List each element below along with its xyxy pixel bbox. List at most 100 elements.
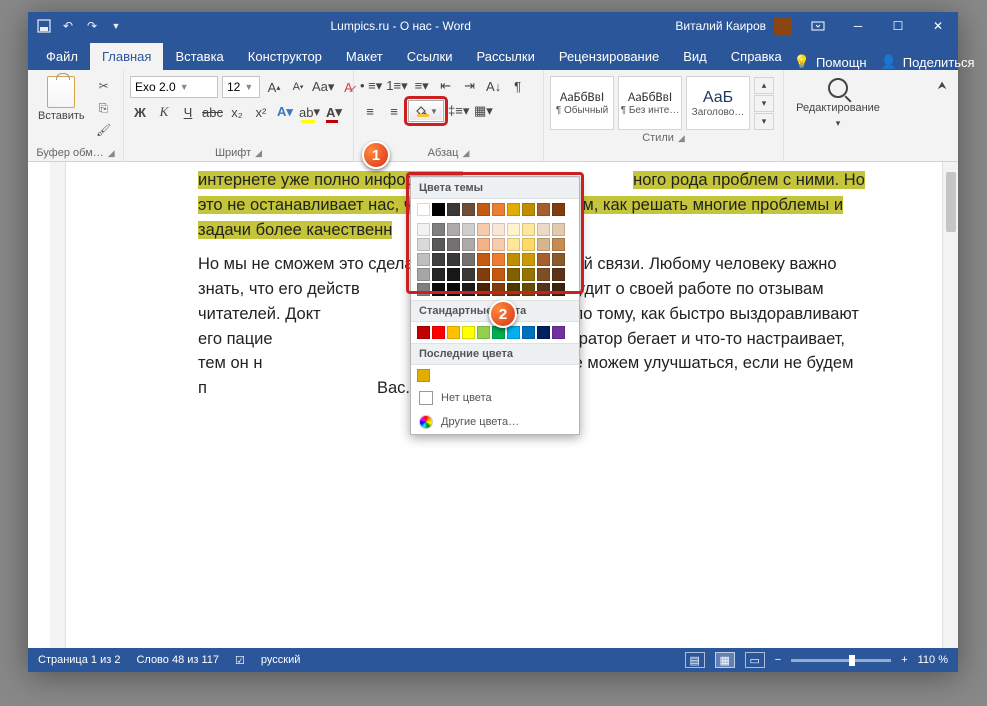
color-swatch[interactable]: [417, 253, 430, 266]
color-swatch[interactable]: [507, 223, 520, 236]
read-mode-icon[interactable]: ▤: [685, 652, 705, 668]
web-layout-icon[interactable]: ▭: [745, 652, 765, 668]
color-swatch[interactable]: [537, 268, 550, 281]
color-swatch[interactable]: [417, 203, 430, 216]
underline-button[interactable]: Ч: [178, 102, 198, 122]
bullets-icon[interactable]: • ≡▾: [360, 76, 382, 96]
align-center-icon[interactable]: ≡: [384, 101, 404, 121]
line-spacing-icon[interactable]: ‡≡▾: [448, 101, 469, 121]
color-swatch[interactable]: [492, 238, 505, 251]
tab-design[interactable]: Конструктор: [236, 43, 334, 70]
color-swatch[interactable]: [507, 268, 520, 281]
color-swatch[interactable]: [507, 283, 520, 296]
zoom-slider[interactable]: [791, 659, 891, 662]
show-marks-icon[interactable]: ¶: [508, 76, 528, 96]
color-swatch[interactable]: [537, 253, 550, 266]
color-swatch[interactable]: [507, 326, 520, 339]
page-indicator[interactable]: Страница 1 из 2: [38, 654, 120, 666]
highlight-color-icon[interactable]: ab▾: [299, 102, 320, 122]
avatar[interactable]: [774, 17, 792, 35]
grow-font-icon[interactable]: A▴: [264, 77, 284, 97]
color-swatch[interactable]: [522, 268, 535, 281]
dialog-launcher-icon[interactable]: ◢: [255, 148, 262, 159]
color-swatch[interactable]: [492, 223, 505, 236]
color-swatch[interactable]: [447, 223, 460, 236]
styles-scroll-up-icon[interactable]: ▴: [754, 77, 774, 94]
strikethrough-button[interactable]: abc: [202, 102, 223, 122]
collapse-ribbon-icon[interactable]: ⮝: [932, 76, 952, 96]
color-swatch[interactable]: [477, 203, 490, 216]
style-heading1[interactable]: АаБЗаголово…: [686, 76, 750, 130]
italic-button[interactable]: К: [154, 102, 174, 122]
zoom-in-button[interactable]: +: [901, 654, 907, 666]
color-swatch[interactable]: [492, 283, 505, 296]
font-color-icon[interactable]: A▾: [324, 102, 344, 122]
color-swatch[interactable]: [477, 253, 490, 266]
font-name-combo[interactable]: Exo 2.0▼: [130, 76, 218, 98]
dialog-launcher-icon[interactable]: ◢: [462, 148, 469, 159]
color-swatch[interactable]: [477, 283, 490, 296]
tab-insert[interactable]: Вставка: [163, 43, 235, 70]
color-swatch[interactable]: [417, 283, 430, 296]
color-swatch[interactable]: [477, 268, 490, 281]
color-swatch[interactable]: [522, 203, 535, 216]
color-swatch[interactable]: [447, 203, 460, 216]
color-swatch[interactable]: [462, 253, 475, 266]
color-swatch[interactable]: [522, 283, 535, 296]
color-swatch[interactable]: [537, 203, 550, 216]
color-swatch[interactable]: [492, 253, 505, 266]
style-nospacing[interactable]: АаБбВвІ¶ Без инте…: [618, 76, 682, 130]
tab-review[interactable]: Рецензирование: [547, 43, 671, 70]
color-swatch[interactable]: [477, 326, 490, 339]
color-swatch[interactable]: [507, 238, 520, 251]
color-swatch[interactable]: [492, 203, 505, 216]
copy-icon[interactable]: ⎘: [93, 98, 115, 118]
color-swatch[interactable]: [552, 238, 565, 251]
color-swatch[interactable]: [432, 238, 445, 251]
color-swatch[interactable]: [537, 283, 550, 296]
font-size-combo[interactable]: 12▼: [222, 76, 260, 98]
color-swatch[interactable]: [522, 223, 535, 236]
language-indicator[interactable]: русский: [261, 654, 300, 666]
style-normal[interactable]: АаБбВвІ¶ Обычный: [550, 76, 614, 130]
color-swatch[interactable]: [447, 253, 460, 266]
no-color-item[interactable]: Нет цвета: [411, 386, 579, 410]
bold-button[interactable]: Ж: [130, 102, 150, 122]
color-swatch[interactable]: [552, 223, 565, 236]
color-swatch[interactable]: [537, 223, 550, 236]
color-swatch[interactable]: [432, 253, 445, 266]
color-swatch[interactable]: [432, 268, 445, 281]
color-swatch[interactable]: [537, 326, 550, 339]
change-case-icon[interactable]: Aa▾: [312, 77, 334, 97]
sort-icon[interactable]: A↓: [484, 76, 504, 96]
color-swatch[interactable]: [552, 203, 565, 216]
more-colors-item[interactable]: Другие цвета…: [411, 410, 579, 434]
color-swatch[interactable]: [432, 203, 445, 216]
color-swatch[interactable]: [417, 326, 430, 339]
color-swatch[interactable]: [522, 238, 535, 251]
increase-indent-icon[interactable]: ⇥: [460, 76, 480, 96]
multilevel-icon[interactable]: ≡▾: [412, 76, 432, 96]
redo-icon[interactable]: ↷: [84, 18, 100, 34]
maximize-button[interactable]: ☐: [878, 12, 918, 40]
ribbon-options-icon[interactable]: [798, 12, 838, 40]
word-count[interactable]: Слово 48 из 117: [136, 654, 219, 666]
save-icon[interactable]: [36, 18, 52, 34]
text-effects-icon[interactable]: A▾: [275, 102, 295, 122]
color-swatch[interactable]: [552, 268, 565, 281]
zoom-out-button[interactable]: −: [775, 654, 781, 666]
qat-dropdown-icon[interactable]: ▼: [108, 18, 124, 34]
shrink-font-icon[interactable]: A▾: [288, 77, 308, 97]
styles-scroll-down-icon[interactable]: ▾: [754, 95, 774, 112]
subscript-button[interactable]: x₂: [227, 102, 247, 122]
borders-icon[interactable]: ▦▾: [473, 101, 493, 121]
color-swatch[interactable]: [462, 326, 475, 339]
color-swatch[interactable]: [462, 283, 475, 296]
color-swatch[interactable]: [462, 203, 475, 216]
color-swatch[interactable]: [507, 203, 520, 216]
share-button[interactable]: 👤 Поделиться: [881, 54, 975, 70]
print-layout-icon[interactable]: ▦: [715, 652, 735, 668]
tab-file[interactable]: Файл: [34, 43, 90, 70]
superscript-button[interactable]: x²: [251, 102, 271, 122]
tab-view[interactable]: Вид: [671, 43, 719, 70]
